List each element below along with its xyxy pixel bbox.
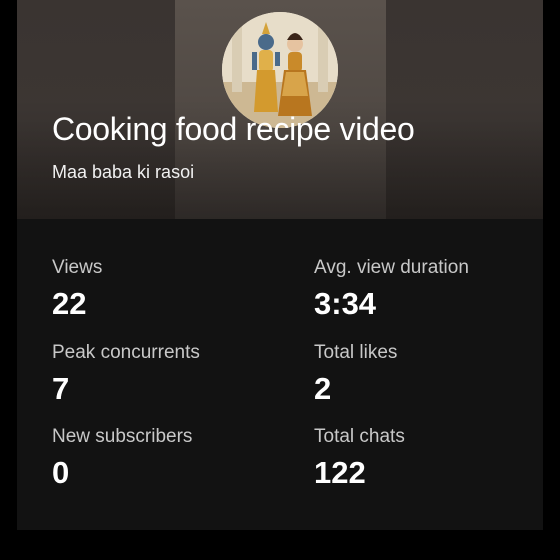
stat-label: Views [52, 257, 103, 278]
stat-label: Total likes [314, 342, 398, 363]
stat-value: 0 [52, 455, 70, 490]
stat-value: 7 [52, 371, 70, 406]
stat-value: 22 [52, 286, 87, 321]
stat-value: 122 [314, 455, 366, 490]
screen: Cooking food recipe video Maa baba ki ra… [0, 0, 560, 560]
stream-title: Cooking food recipe video [52, 111, 415, 147]
thumbnail-header: Cooking food recipe video Maa baba ki ra… [17, 0, 543, 219]
stat-total-chats: Total chats 122 [314, 426, 543, 490]
stat-new-subscribers: New subscribers 0 [52, 426, 282, 490]
stat-label: Total chats [314, 426, 405, 447]
stream-summary-card: Cooking food recipe video Maa baba ki ra… [17, 0, 543, 530]
stat-views: Views 22 [52, 257, 282, 321]
stat-avg-view-duration: Avg. view duration 3:34 [314, 257, 543, 321]
stat-label: New subscribers [52, 426, 193, 447]
channel-name: Maa baba ki rasoi [52, 162, 195, 182]
stat-label: Avg. view duration [314, 257, 469, 278]
stat-total-likes: Total likes 2 [314, 342, 543, 406]
stat-peak-concurrents: Peak concurrents 7 [52, 342, 282, 406]
stat-label: Peak concurrents [52, 342, 200, 363]
stat-value: 3:34 [314, 286, 377, 321]
stat-value: 2 [314, 371, 332, 406]
